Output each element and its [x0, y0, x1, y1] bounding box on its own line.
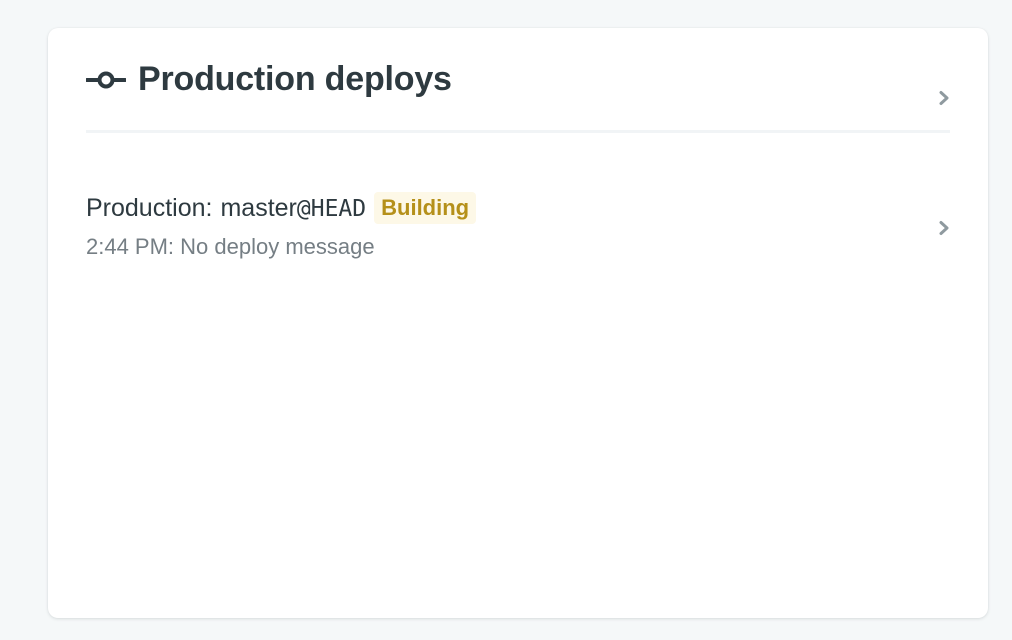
commit-icon: [86, 71, 126, 89]
chevron-right-icon[interactable]: [938, 220, 950, 236]
deploy-branch-name: master: [220, 193, 297, 222]
production-deploys-card: Production deploys Production: master@HE…: [48, 28, 988, 618]
deploy-message: No deploy message: [180, 234, 375, 259]
deploy-context-label: Production:: [86, 193, 213, 222]
deploy-summary: Production: master@HEAD Building: [86, 192, 477, 225]
deploy-branch-ref: master@HEAD: [220, 194, 366, 223]
deploy-time: 2:44 PM:: [86, 234, 175, 259]
card-header-link[interactable]: Production deploys: [86, 28, 950, 133]
deploy-list-item[interactable]: Production: master@HEAD Building 2:44 PM…: [86, 188, 950, 268]
status-badge: Building: [374, 192, 477, 225]
chevron-right-icon[interactable]: [938, 90, 950, 106]
deploy-meta: 2:44 PM: No deploy message: [86, 234, 375, 260]
card-title: Production deploys: [138, 60, 452, 98]
deploy-commit-ref: @HEAD: [296, 195, 367, 222]
